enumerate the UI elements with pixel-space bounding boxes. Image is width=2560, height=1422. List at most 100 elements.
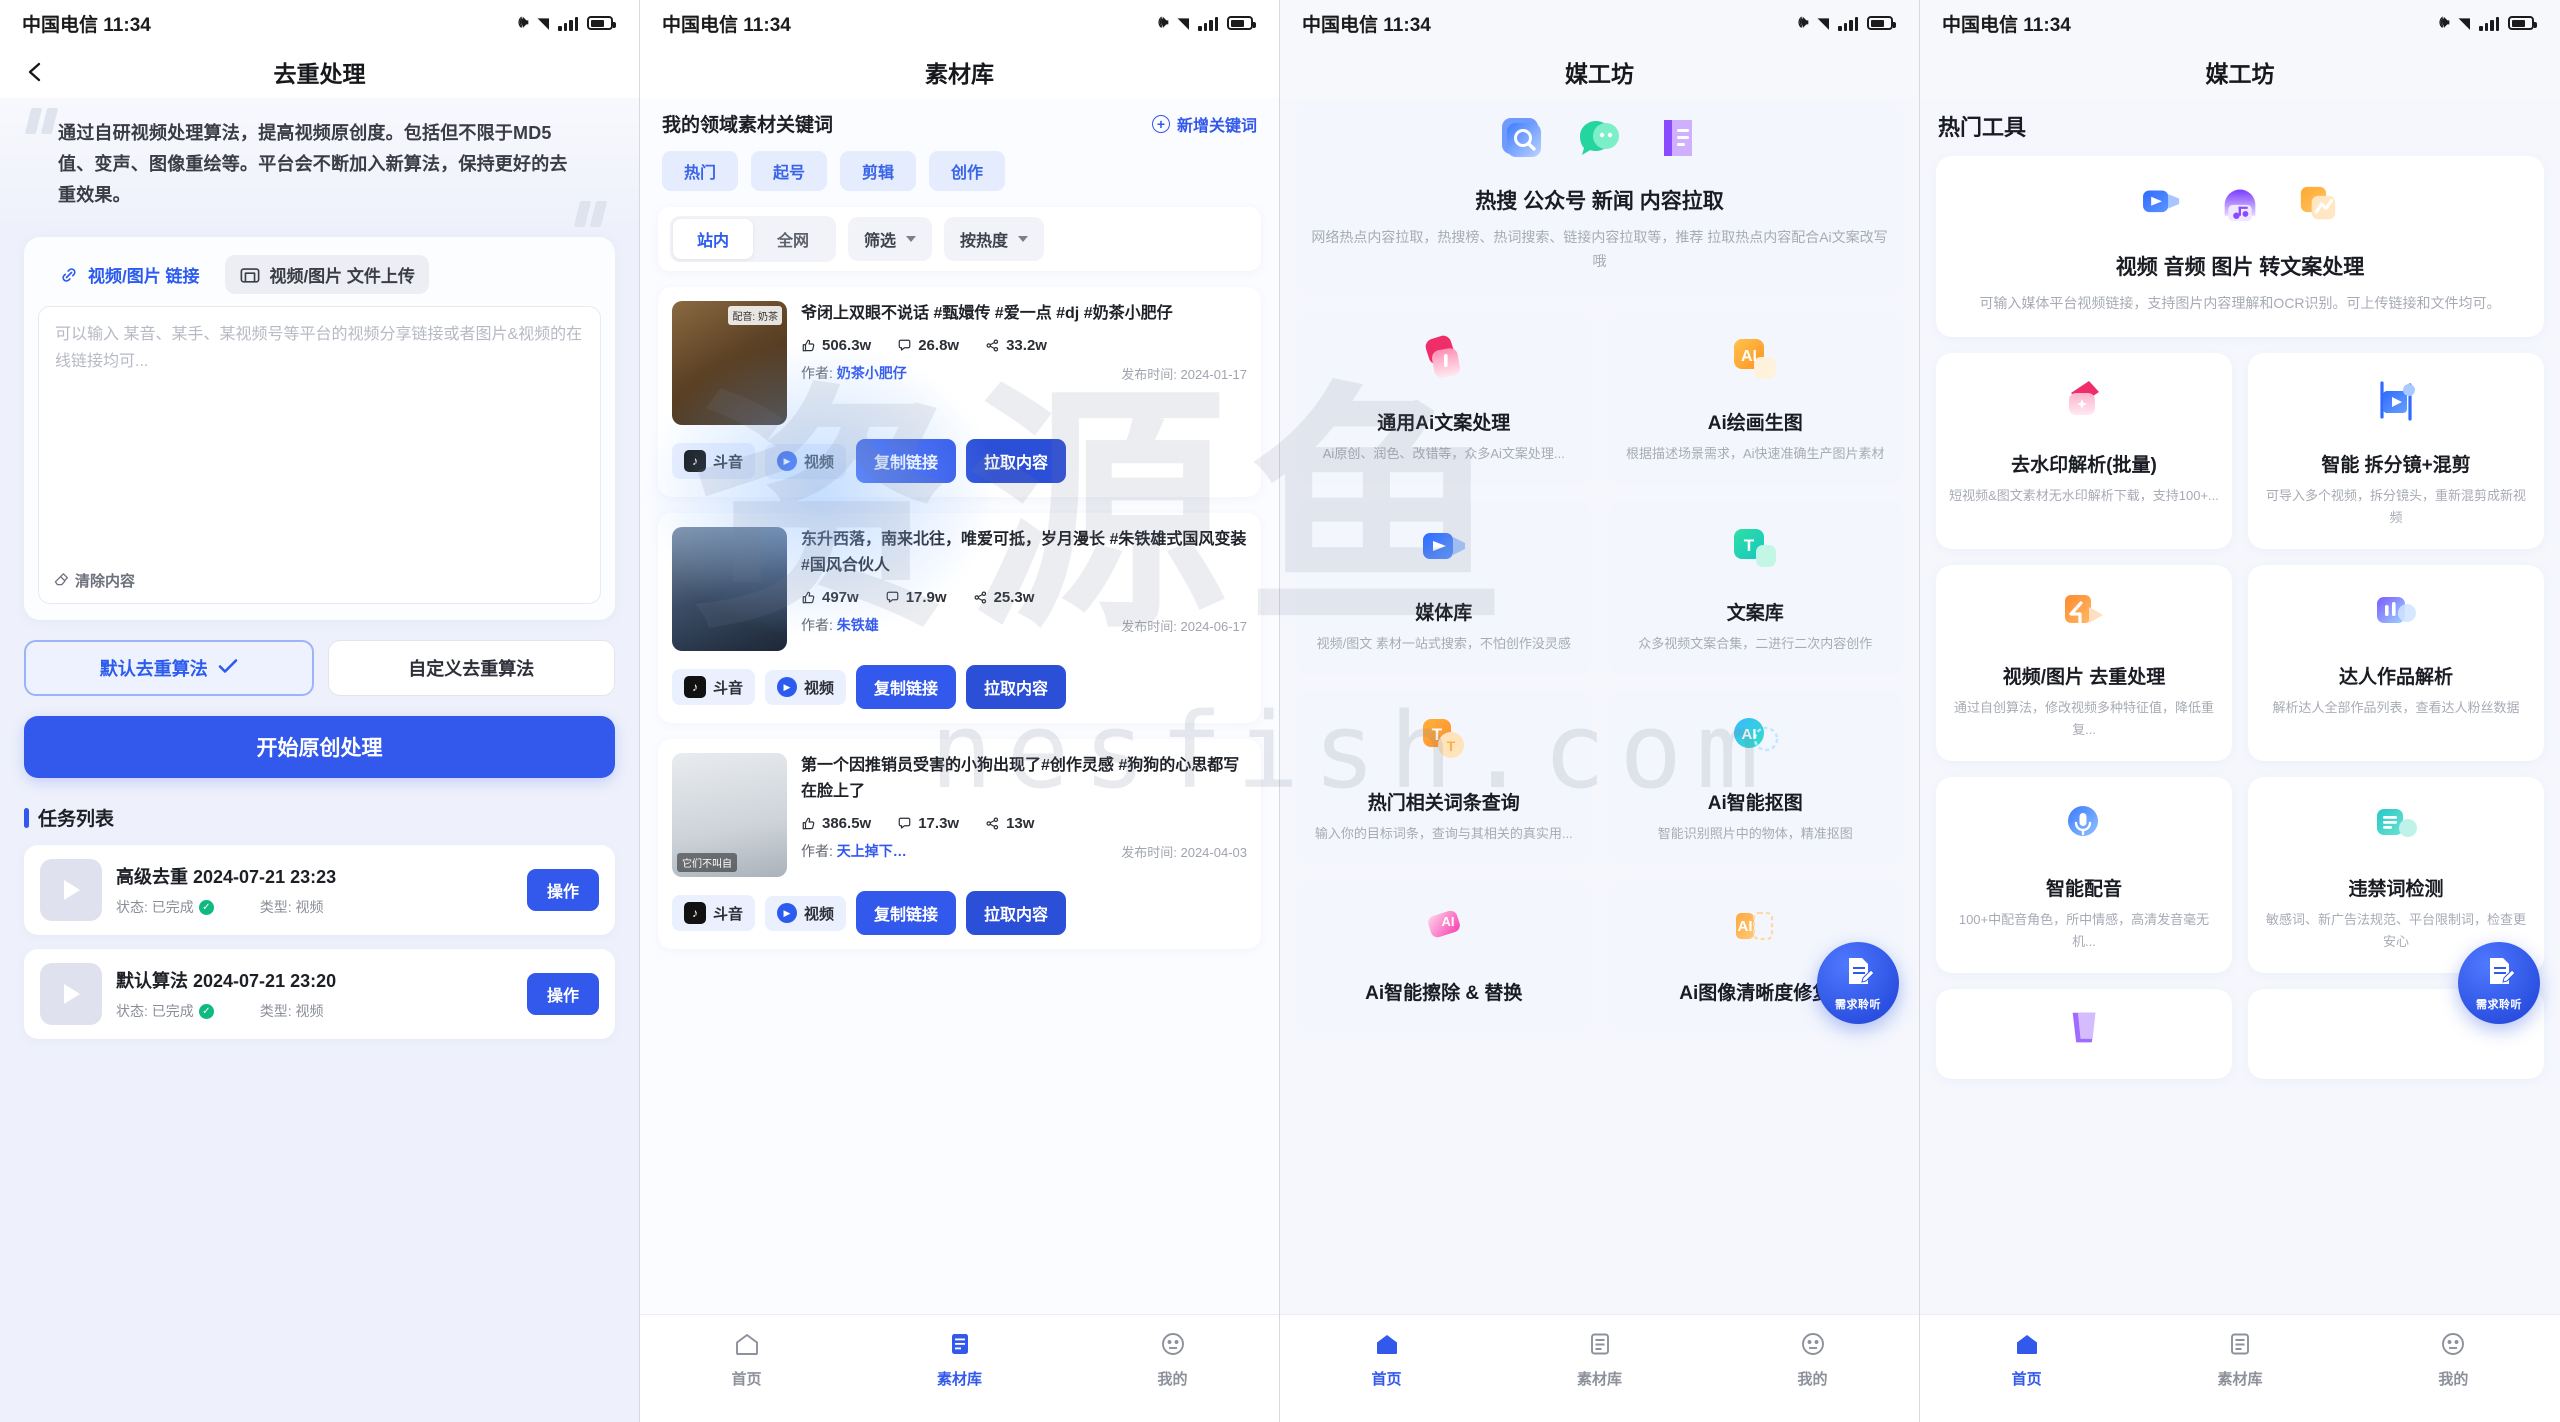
tool-tile[interactable]: 视频/图片 去重处理 通过自创算法，修改视频多种特征值，降低重复...: [1936, 565, 2232, 761]
tool-tile[interactable]: T 文案库 众多视频文案合集，二进行二次内容创作: [1607, 501, 1903, 675]
blue-split-icon: [2365, 381, 2427, 437]
filter-dropdown-label: 筛选: [864, 233, 897, 250]
task-row[interactable]: 高级去重 2024-07-21 23:23 状态: 已完成 ✓ 类型: 视频 操…: [24, 845, 615, 935]
chevron-down-icon: [1018, 236, 1029, 242]
pink-pen-icon: [1413, 335, 1475, 395]
folder-upload-icon: [239, 265, 261, 285]
play-icon: ▶: [777, 903, 798, 923]
bottom-tabbar-2: 首页 素材库 我的: [640, 1314, 1279, 1422]
keyword-chip[interactable]: 热门: [662, 151, 739, 191]
media-type-chip: ▶ 视频: [765, 443, 847, 479]
screen-material-library: 中国电信 11:34 🕪 ◥ 素材库 我的领域素材关键词 + 新增关键词 热门 …: [640, 0, 1280, 1422]
hero-card-content-pull[interactable]: 热搜 公众号 新闻 内容拉取 网络热点内容拉取，热搜榜、热词搜索、链接内容拉取等…: [1296, 104, 1903, 295]
pull-content-button[interactable]: 拉取内容: [966, 665, 1067, 709]
tool-tile-title: Ai绘画生图: [1707, 413, 1803, 434]
feedback-fab-3[interactable]: 需求聆听: [1817, 942, 1899, 1024]
start-process-button[interactable]: 开始原创处理: [24, 716, 615, 778]
video-card-info: 东升西落，南来北往，唯爱可抵，岁月漫长 #朱铁雄式国风变装 #国风合伙人 497…: [801, 527, 1247, 651]
eraser-icon: [53, 571, 69, 591]
task-action-button[interactable]: 操作: [526, 973, 599, 1015]
link-input-area[interactable]: 可以输入 某音、某手、某视频号等平台的视频分享链接或者图片&视频的在线链接均可.…: [38, 306, 601, 604]
tab-library[interactable]: 素材库: [2133, 1329, 2346, 1389]
pull-content-button[interactable]: 拉取内容: [966, 439, 1067, 483]
clear-content-button[interactable]: 清除内容: [53, 570, 135, 591]
hero-icon-row: [1310, 110, 1889, 171]
status-icons-3: 🕪 ◥: [1798, 15, 1896, 31]
add-keyword-button[interactable]: + 新增关键词: [1151, 112, 1257, 136]
tool-tile[interactable]: TT 热门相关词条查询 输入你的目标词条，查询与其相关的真实用...: [1296, 691, 1592, 865]
copy-link-button[interactable]: 复制链接: [856, 665, 957, 709]
segment-internal[interactable]: 站内: [673, 219, 754, 259]
tool-tile[interactable]: 媒体库 视频/图文 素材一站式搜索，不怕创作没灵感: [1296, 501, 1592, 675]
platform-chip: ♪ 斗音: [672, 669, 756, 705]
douyin-icon: ♪: [684, 676, 706, 698]
back-button[interactable]: [22, 59, 48, 85]
platform-label: 斗音: [713, 453, 744, 471]
intro-quote: 通过自研视频处理算法，提高视频原创度。包括但不限于MD5值、变声、图像重绘等。平…: [24, 108, 611, 227]
algorithm-default-button[interactable]: 默认去重算法: [24, 640, 314, 696]
keyword-chip[interactable]: 起号: [751, 151, 828, 191]
keyword-chip[interactable]: 剪辑: [840, 151, 917, 191]
home-icon: [2013, 1329, 2041, 1359]
battery-icon: [587, 16, 616, 30]
screen-workshop-b: 中国电信 11:34 🕪 ◥ 媒工坊 热门工具 视频 音频 图片 转文案处理 可…: [1920, 0, 2560, 1422]
algorithm-custom-button[interactable]: 自定义去重算法: [327, 640, 615, 696]
status-bar-2: 中国电信 11:34 🕪 ◥: [640, 0, 1279, 46]
tool-tile[interactable]: 智能配音 100+中配音角色，所中情感，高清发音毫无机...: [1936, 777, 2232, 973]
pull-content-button[interactable]: 拉取内容: [966, 891, 1067, 935]
task-list-heading: 任务列表: [24, 804, 639, 831]
tab-home-label: 首页: [731, 1371, 762, 1388]
tab-home[interactable]: 首页: [640, 1329, 853, 1389]
tool-tile[interactable]: AI Ai智能擦除 & 替换: [1296, 881, 1592, 1033]
library-icon: [2226, 1329, 2254, 1359]
video-card[interactable]: 它们不叫自 第一个因推销员受害的小狗出现了#创作灵感 #狗狗的心思都写在脸上了 …: [658, 739, 1261, 949]
feedback-fab-4[interactable]: 需求聆听: [2458, 942, 2540, 1024]
video-thumbnail: 它们不叫自: [672, 753, 787, 877]
battery-icon: [1867, 16, 1896, 30]
hero-title-4: 视频 音频 图片 转文案处理: [2115, 256, 2365, 279]
task-row[interactable]: 默认算法 2024-07-21 23:20 状态: 已完成 ✓ 类型: 视频 操…: [24, 949, 615, 1039]
video-card-top: 配音: 奶茶 爷闭上双眼不说话 #甄嬛传 #爱一点 #dj #奶茶小肥仔 506…: [672, 301, 1247, 425]
tool-tile[interactable]: 达人作品解析 解析达人全部作品列表，查看达人粉丝数据: [2248, 565, 2544, 761]
task-info: 默认算法 2024-07-21 23:20 状态: 已完成 ✓ 类型: 视频: [116, 967, 513, 1021]
tab-home[interactable]: 首页: [1280, 1329, 1493, 1389]
tab-profile[interactable]: 我的: [1066, 1329, 1279, 1389]
segment-web[interactable]: 全网: [753, 219, 833, 259]
battery-icon: [1227, 16, 1256, 30]
video-card[interactable]: 配音: 奶茶 爷闭上双眼不说话 #甄嬛传 #爱一点 #dj #奶茶小肥仔 506…: [658, 287, 1261, 497]
filter-dropdown[interactable]: 筛选: [848, 217, 933, 261]
copy-link-button[interactable]: 复制链接: [856, 439, 957, 483]
task-action-button[interactable]: 操作: [526, 869, 599, 911]
vibrate-icon: 🕪: [1158, 14, 1169, 31]
keyword-chip[interactable]: 创作: [929, 151, 1006, 191]
profile-icon: [1159, 1329, 1187, 1359]
tab-library[interactable]: 素材库: [1493, 1329, 1706, 1389]
sort-dropdown[interactable]: 按热度: [944, 217, 1045, 261]
video-card[interactable]: 东升西落，南来北往，唯爱可抵，岁月漫长 #朱铁雄式国风变装 #国风合伙人 497…: [658, 513, 1261, 723]
tab-link-input[interactable]: 视频/图片 链接: [44, 255, 213, 294]
tab-profile[interactable]: 我的: [1706, 1329, 1919, 1389]
comment-count: 17.3w: [918, 815, 960, 832]
ai-orange-icon: AI: [1724, 339, 1786, 395]
tab-home[interactable]: 首页: [1920, 1329, 2133, 1389]
news-doc-icon: [1650, 110, 1706, 171]
home-icon: [733, 1329, 761, 1359]
tab-profile[interactable]: 我的: [2347, 1329, 2560, 1389]
tool-tile[interactable]: AI Ai绘画生图 根据描述场景需求，Ai快速准确生产图片素材: [1607, 311, 1903, 485]
tool-tile[interactable]: 通用Ai文案处理 Ai原创、润色、改错等，众多Ai文案处理...: [1296, 311, 1592, 485]
tab-file-upload[interactable]: 视频/图片 文件上传: [225, 255, 429, 294]
keyword-header-row: 我的领域素材关键词 + 新增关键词: [640, 98, 1279, 137]
tab-library[interactable]: 素材库: [853, 1329, 1066, 1389]
tool-tile-title: 智能配音: [2045, 879, 2122, 900]
tool-tile[interactable]: 去水印解析(批量) 短视频&图文素材无水印解析下载，支持100+...: [1936, 353, 2232, 549]
page-title-4: 媒工坊: [2205, 61, 2275, 87]
douyin-icon: ♪: [684, 450, 706, 472]
tool-tile[interactable]: 智能 拆分镜+混剪 可导入多个视频，拆分镜头，重新混剪成新视频: [2248, 353, 2544, 549]
status-bar-4: 中国电信 11:34 🕪 ◥: [1920, 0, 2560, 46]
hero-card-transcribe[interactable]: 视频 音频 图片 转文案处理 可输入媒体平台视频链接，支持图片内容理解和OCR识…: [1936, 156, 2544, 337]
tool-tile[interactable]: AI Ai智能抠图 智能识别照片中的物体，精准抠图: [1607, 691, 1903, 865]
copy-link-button[interactable]: 复制链接: [856, 891, 957, 935]
task-type: 类型: 视频: [259, 899, 324, 915]
tool-tile-partial[interactable]: [1936, 989, 2232, 1079]
video-thumbnail: [672, 527, 787, 651]
